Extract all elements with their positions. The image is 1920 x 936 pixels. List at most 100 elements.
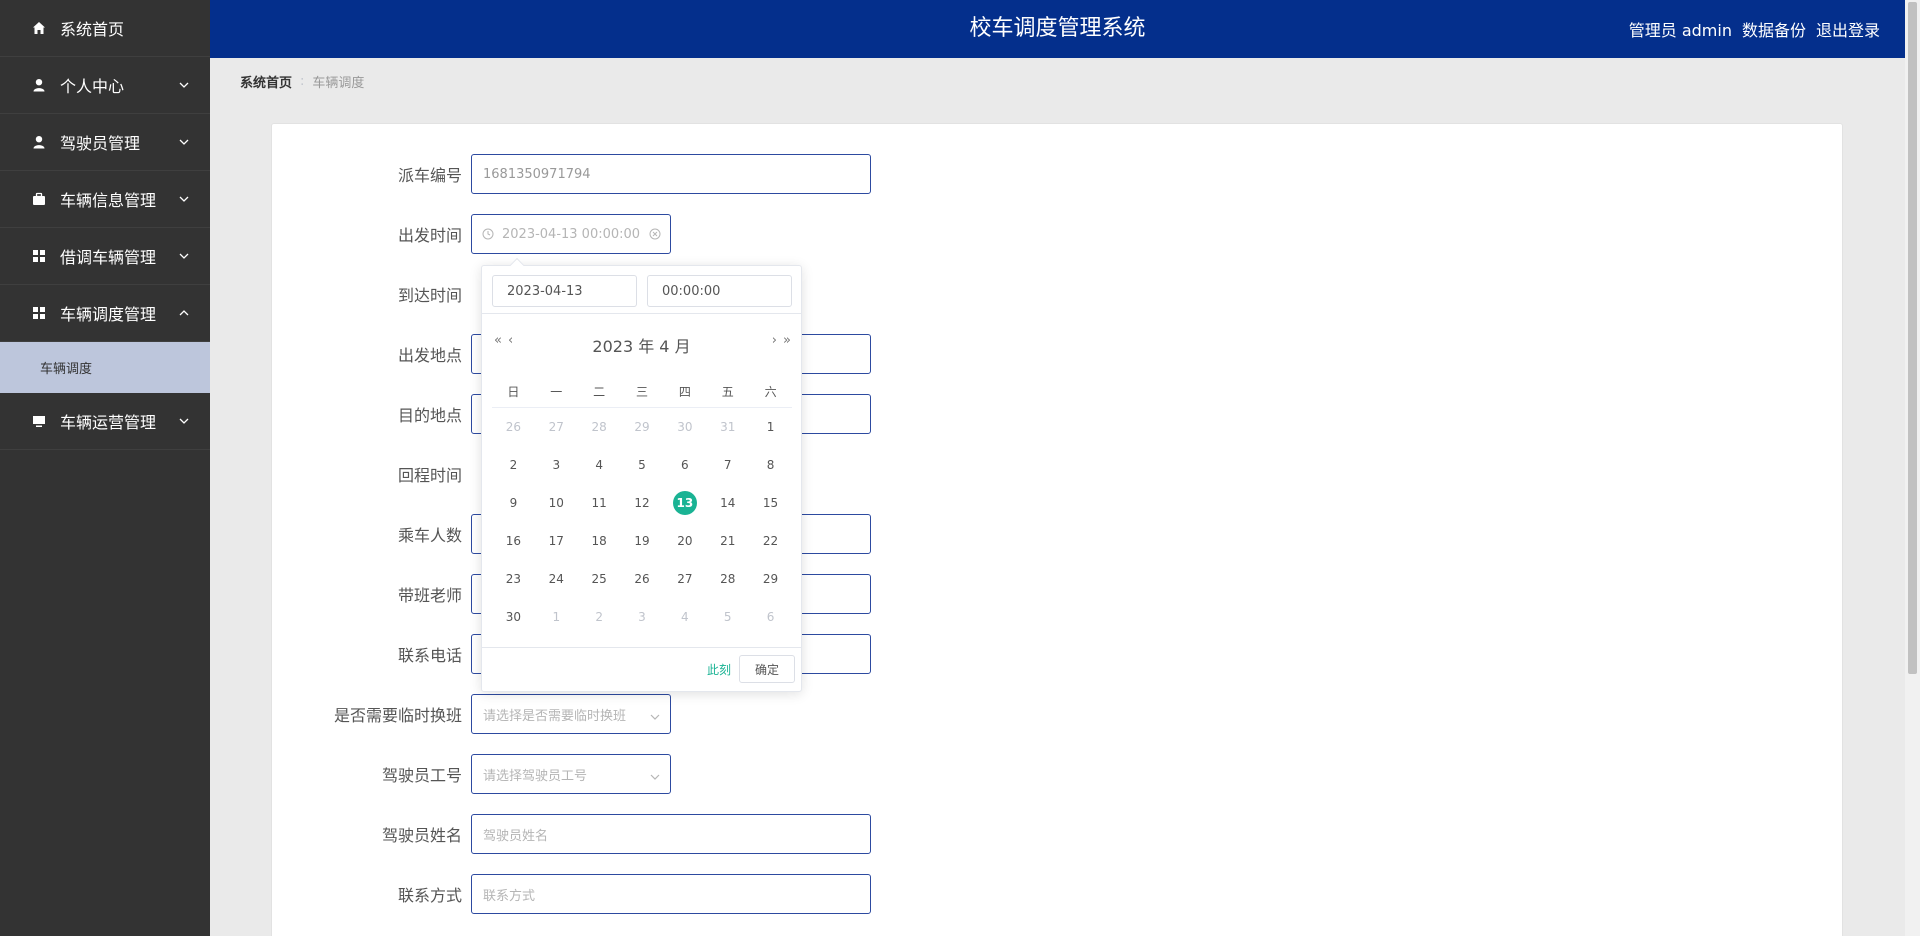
calendar-day[interactable]: 14	[706, 484, 749, 522]
calendar-day[interactable]: 26	[621, 560, 664, 598]
sidebar-item-vehicles[interactable]: 车辆信息管理	[0, 171, 210, 228]
calendar-day[interactable]: 21	[706, 522, 749, 560]
top-header: 校车调度管理系统 管理员 admin 数据备份 退出登录	[210, 0, 1905, 58]
form-row-shift-change: 是否需要临时换班 请选择是否需要临时换班	[330, 694, 671, 734]
sidebar-item-label: 借调车辆管理	[60, 248, 157, 267]
weekday-label: 三	[635, 385, 648, 399]
sidebar-item-home[interactable]: 系统首页	[0, 0, 210, 57]
calendar-day[interactable]: 27	[535, 408, 578, 446]
calendar-day[interactable]: 3	[621, 598, 664, 636]
calendar-day[interactable]: 28	[578, 408, 621, 446]
calendar-day-number: 2	[509, 458, 518, 472]
sidebar-item-dispatch[interactable]: 车辆调度管理	[0, 285, 210, 342]
sidebar-item-label: 车辆调度管理	[60, 305, 157, 324]
confirm-button[interactable]: 确定	[739, 655, 795, 683]
sidebar-item-operations[interactable]: 车辆运营管理	[0, 393, 210, 450]
calendar-day[interactable]: 4	[663, 598, 706, 636]
picker-time-input[interactable]: 00:00:00	[647, 275, 792, 307]
calendar-day[interactable]: 1	[749, 408, 792, 446]
calendar-day[interactable]: 8	[749, 446, 792, 484]
picker-date-input[interactable]: 2023-04-13	[492, 275, 637, 307]
dispatch-no-input[interactable]: 1681350971794	[471, 154, 871, 194]
calendar-day[interactable]: 30	[663, 408, 706, 446]
calendar-day[interactable]: 29	[621, 408, 664, 446]
calendar-day-number: 26	[505, 420, 522, 434]
arrive-time-label: 到达时间	[397, 286, 462, 305]
calendar-day[interactable]: 23	[492, 560, 535, 598]
calendar-day[interactable]: 26	[492, 408, 535, 446]
calendar-day[interactable]: 2	[492, 446, 535, 484]
calendar-day[interactable]: 4	[578, 446, 621, 484]
sidebar-item-label: 个人中心	[60, 77, 125, 96]
picker-inputs: 2023-04-13 00:00:00	[482, 266, 801, 314]
calendar-day-number: 1	[766, 420, 775, 434]
calendar-day[interactable]: 27	[663, 560, 706, 598]
weekday-label: 四	[678, 385, 691, 399]
calendar-day-number: 6	[681, 458, 689, 472]
next-month-button[interactable]: ›	[772, 333, 777, 348]
calendar-day[interactable]: 6	[663, 446, 706, 484]
scrollbar-thumb[interactable]	[1908, 2, 1917, 674]
driver-no-select[interactable]: 请选择驾驶员工号	[471, 754, 671, 794]
calendar-day[interactable]: 12	[621, 484, 664, 522]
driver-no-label: 驾驶员工号	[381, 766, 462, 785]
calendar-day[interactable]: 7	[706, 446, 749, 484]
calendar-day-number: 24	[548, 572, 564, 586]
dispatch-no-label: 派车编号	[397, 166, 462, 185]
calendar-day-number: 4	[681, 610, 689, 624]
calendar-day[interactable]: 6	[749, 598, 792, 636]
logout-link[interactable]: 退出登录	[1816, 17, 1880, 41]
shift-change-select[interactable]: 请选择是否需要临时换班	[471, 694, 671, 734]
calendar-day[interactable]: 5	[621, 446, 664, 484]
sidebar-item-borrowed[interactable]: 借调车辆管理	[0, 228, 210, 285]
calendar-day[interactable]: 25	[578, 560, 621, 598]
calendar-day[interactable]: 15	[749, 484, 792, 522]
breadcrumb-home[interactable]: 系统首页	[240, 72, 292, 91]
calendar-day[interactable]: 1	[535, 598, 578, 636]
chevron-down-icon	[178, 136, 190, 148]
driver-name-placeholder: 驾驶员姓名	[483, 828, 549, 844]
calendar-day[interactable]: 10	[535, 484, 578, 522]
backup-link[interactable]: 数据备份	[1742, 17, 1806, 41]
calendar-day[interactable]: 24	[535, 560, 578, 598]
calendar-day-selected[interactable]: 13	[663, 484, 706, 522]
calendar-day[interactable]: 11	[578, 484, 621, 522]
form-row-driver-no: 驾驶员工号 请选择驾驶员工号	[330, 754, 671, 794]
calendar-day[interactable]: 28	[706, 560, 749, 598]
now-button[interactable]: 此刻	[707, 661, 731, 678]
calendar-day[interactable]: 19	[621, 522, 664, 560]
clear-icon[interactable]	[649, 228, 661, 240]
clock-icon	[482, 228, 494, 240]
calendar-day[interactable]: 18	[578, 522, 621, 560]
vertical-scrollbar[interactable]	[1905, 0, 1920, 936]
calendar-day-number: 22	[762, 534, 779, 548]
depart-time-value: 2023-04-13 00:00:00	[502, 226, 641, 242]
monitor-icon	[31, 413, 47, 429]
calendar-day[interactable]: 2	[578, 598, 621, 636]
breadcrumb-current: 车辆调度	[312, 76, 365, 91]
calendar-day-number: 26	[634, 572, 650, 586]
sidebar-item-drivers[interactable]: 驾驶员管理	[0, 114, 210, 171]
sidebar-item-profile[interactable]: 个人中心	[0, 57, 210, 114]
calendar-day[interactable]: 22	[749, 522, 792, 560]
calendar-day-number: 3	[638, 610, 646, 624]
depart-time-input[interactable]: 2023-04-13 00:00:00	[471, 214, 671, 254]
calendar-day[interactable]: 9	[492, 484, 535, 522]
calendar-day[interactable]: 20	[663, 522, 706, 560]
phone-label: 联系电话	[397, 646, 462, 665]
calendar-day[interactable]: 5	[706, 598, 749, 636]
shift-change-placeholder: 请选择是否需要临时换班	[483, 708, 627, 724]
calendar-day[interactable]: 3	[535, 446, 578, 484]
calendar-day[interactable]: 17	[535, 522, 578, 560]
calendar-day-number: 5	[638, 458, 646, 472]
calendar-day-number: 6	[766, 610, 775, 624]
next-year-button[interactable]: »	[783, 333, 791, 348]
calendar-day[interactable]: 16	[492, 522, 535, 560]
contact-input[interactable]: 联系方式	[471, 874, 871, 914]
calendar-day[interactable]: 29	[749, 560, 792, 598]
calendar-day[interactable]: 30	[492, 598, 535, 636]
sidebar-subitem-dispatch[interactable]: 车辆调度	[0, 342, 210, 393]
calendar-day[interactable]: 31	[706, 408, 749, 446]
chevron-down-icon	[178, 79, 190, 91]
driver-name-input[interactable]: 驾驶员姓名	[471, 814, 871, 854]
